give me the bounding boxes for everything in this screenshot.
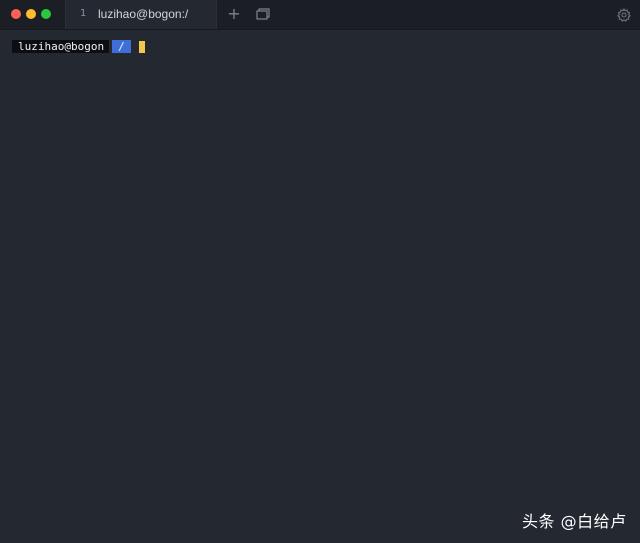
text-cursor <box>138 40 145 53</box>
tab-title: luzihao@bogon:/ <box>98 7 189 21</box>
close-window-button[interactable] <box>11 9 21 19</box>
gear-icon[interactable] <box>617 8 631 22</box>
prompt-path-segment: / <box>112 40 131 53</box>
minimize-window-button[interactable] <box>26 9 36 19</box>
plus-icon[interactable]: + <box>226 6 242 22</box>
terminal-area[interactable]: luzihao@bogon / <box>0 30 640 543</box>
split-window-icon[interactable] <box>256 8 270 20</box>
prompt-user-segment: luzihao@bogon <box>12 40 110 53</box>
tab-index: 1 <box>80 8 87 19</box>
watermark-text: 头条 @白给卢 <box>522 512 627 531</box>
shell-prompt: luzihao@bogon / <box>12 40 145 53</box>
maximize-window-button[interactable] <box>41 9 51 19</box>
terminal-window: 1 luzihao@bogon:/ + luzihao@bogon / 头条 @… <box>0 0 640 543</box>
tab-1[interactable]: 1 luzihao@bogon:/ <box>65 0 217 29</box>
title-bar: 1 luzihao@bogon:/ + <box>0 0 640 30</box>
